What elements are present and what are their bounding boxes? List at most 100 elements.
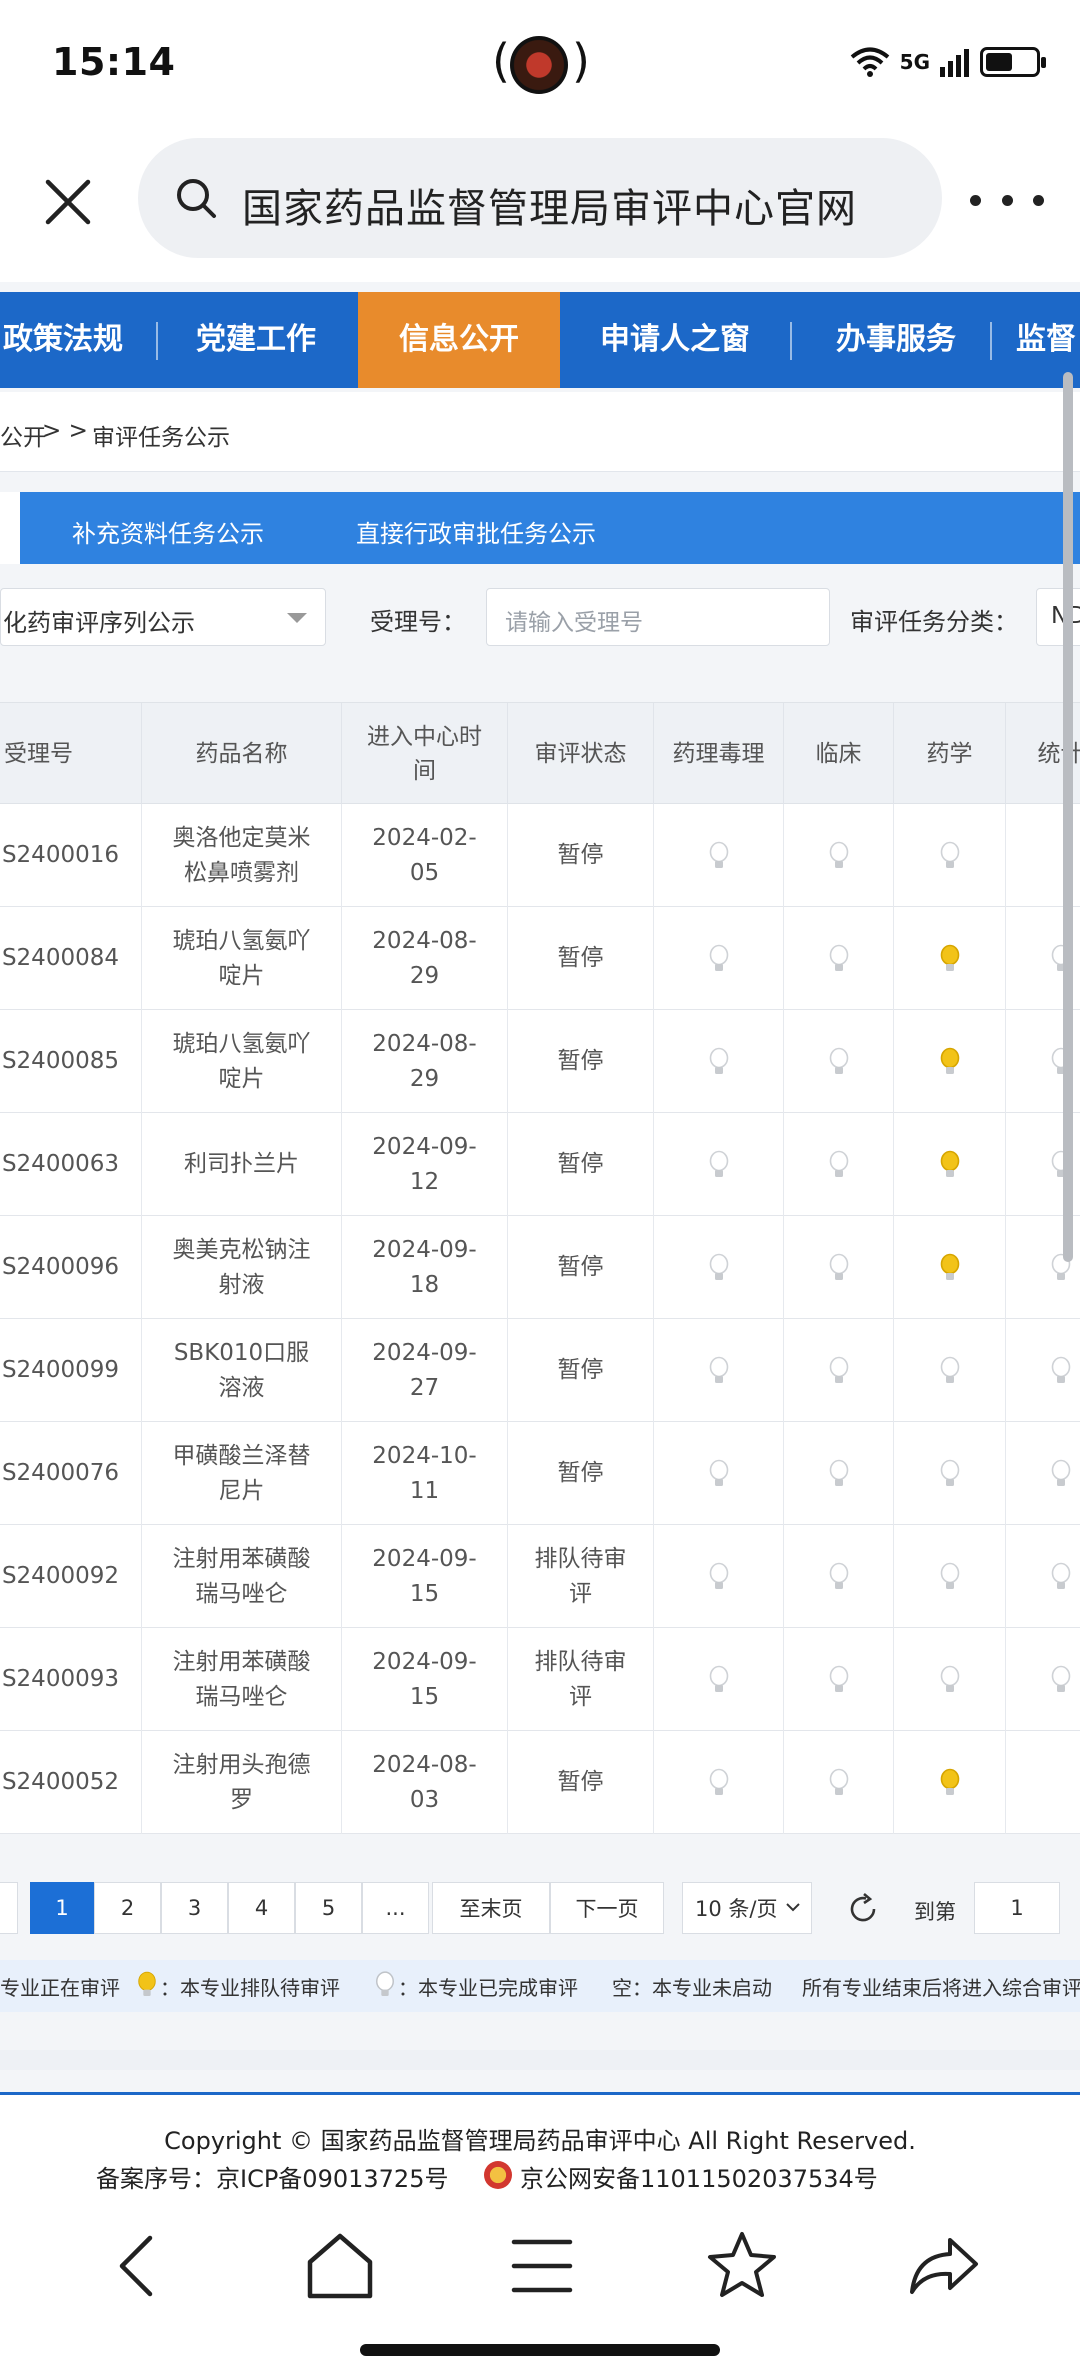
cell-date: 2024-09-18 [342,1216,508,1319]
nav-separator [990,322,992,360]
page-button[interactable]: 3 [161,1882,228,1934]
table-row[interactable]: S2400096 奥美克松钠注射液 2024-09-18 暂停 [0,1216,1080,1319]
more-menu-icon[interactable] [970,180,1044,220]
prev-page-button[interactable] [0,1882,18,1934]
lightbulb-yellow-icon [940,944,959,971]
cell-clin [784,1216,894,1319]
cell-status: 排队待审评 [508,1525,654,1628]
close-icon[interactable] [36,170,100,234]
nav-item-service[interactable]: 办事服务 [806,292,986,388]
lightbulb-gray-icon [940,1459,959,1486]
address-bar[interactable]: 国家药品监督管理局审评中心官网 [138,138,942,258]
status-center: ( ) [492,32,590,94]
cell-stat [1006,1731,1080,1834]
cell-name[interactable]: 甲磺酸兰泽替尼片 [142,1422,342,1525]
cell-pharm [654,1422,784,1525]
cell-name[interactable]: 注射用苯磺酸瑞马唑仑 [142,1525,342,1628]
share-icon[interactable] [904,2226,984,2306]
page-button[interactable]: 5 [295,1882,362,1934]
table-row[interactable]: S2400063 利司扑兰片 2024-09-12 暂停 [0,1113,1080,1216]
cell-status: 暂停 [508,1319,654,1422]
accept-no-placeholder: 请输入受理号 [505,610,643,636]
page-button[interactable]: 1 [30,1882,94,1934]
table-row[interactable]: S2400052 注射用头孢德罗 2024-08-03 暂停 [0,1731,1080,1834]
table-row[interactable]: S2400084 琥珀八氢氨吖啶片 2024-08-29 暂停 [0,907,1080,1010]
cell-id[interactable]: S2400016 [0,804,142,907]
page-size-select[interactable]: 10 条/页 [682,1882,812,1934]
cell-id[interactable]: S2400085 [0,1010,142,1113]
dot [1001,194,1013,206]
main-nav: 政策法规 党建工作 信息公开 申请人之窗 办事服务 监督 [0,292,1080,388]
sequence-select-value: 化药审评序列公示 [3,609,195,637]
page-scrollbar[interactable] [1063,372,1073,1262]
nav-item-applicant[interactable]: 申请人之窗 [580,292,770,388]
lightbulb-gray-icon [940,1356,959,1383]
lightbulb-gray-icon [829,841,848,868]
cell-name[interactable]: 注射用苯磺酸瑞马唑仑 [142,1628,342,1731]
cell-chem [894,1422,1006,1525]
th-review-status: 审评状态 [508,703,654,805]
cell-id[interactable]: S2400052 [0,1731,142,1834]
last-page-button[interactable]: 至末页 [432,1882,550,1934]
cell-id[interactable]: S2400099 [0,1319,142,1422]
home-icon[interactable] [300,2226,380,2306]
cell-id[interactable]: S2400093 [0,1628,142,1731]
cell-stat [1006,1422,1080,1525]
lightbulb-gray-icon [376,1971,394,1996]
cell-pharm [654,1010,784,1113]
cell-date: 2024-09-27 [342,1319,508,1422]
cell-name[interactable]: 琥珀八氢氨吖啶片 [142,907,342,1010]
table-row[interactable]: S2400085 琥珀八氢氨吖啶片 2024-08-29 暂停 [0,1010,1080,1113]
nav-separator [790,322,792,360]
cell-name[interactable]: 利司扑兰片 [142,1113,342,1216]
back-icon[interactable] [98,2226,178,2306]
menu-icon[interactable] [502,2226,582,2306]
nav-item-policy[interactable]: 政策法规 [0,292,136,388]
cell-pharm [654,1628,784,1731]
breadcrumb-parent[interactable]: 公开 [0,418,46,452]
page-button[interactable]: 2 [94,1882,161,1934]
home-indicator[interactable] [360,2344,720,2356]
cell-name[interactable]: 注射用头孢德罗 [142,1731,342,1834]
cell-name[interactable]: 奥美克松钠注射液 [142,1216,342,1319]
tab-active-edge[interactable] [0,492,20,564]
table-row[interactable]: S2400099 SBK010口服溶液 2024-09-27 暂停 [0,1319,1080,1422]
page-button[interactable]: 4 [228,1882,295,1934]
goto-page-input[interactable]: 1 [974,1882,1060,1934]
nav-item-info[interactable]: 信息公开 [358,292,560,388]
table-row[interactable]: S2400093 注射用苯磺酸瑞马唑仑 2024-09-15 排队待审评 [0,1628,1080,1731]
cell-pharm [654,1525,784,1628]
cell-name[interactable]: 奥洛他定莫米松鼻喷雾剂 [142,804,342,907]
cell-name[interactable]: 琥珀八氢氨吖啶片 [142,1010,342,1113]
footer-police[interactable]: 京公网安备11011502037534号 [520,2159,878,2194]
cell-chem [894,1113,1006,1216]
refresh-icon[interactable] [846,1892,880,1926]
pagination: 1 2 3 4 5... 至末页 下一页 10 条/页 到第 1 [0,1872,1080,1944]
footer-icp[interactable]: 备案序号：京ICP备09013725号 [96,2159,448,2194]
sequence-select[interactable]: 化药审评序列公示 [0,588,326,646]
cell-name[interactable]: SBK010口服溶液 [142,1319,342,1422]
lightbulb-gray-icon [829,1562,848,1589]
lightbulb-gray-icon [709,1047,728,1074]
cell-id[interactable]: S2400084 [0,907,142,1010]
cell-id[interactable]: S2400092 [0,1525,142,1628]
cell-id[interactable]: S2400063 [0,1113,142,1216]
task-type-select[interactable]: ND [1036,588,1080,646]
tab-direct-approval[interactable]: 直接行政审批任务公示 [356,514,596,549]
table-row[interactable]: S2400092 注射用苯磺酸瑞马唑仑 2024-09-15 排队待审评 [0,1525,1080,1628]
nav-item-party[interactable]: 党建工作 [176,292,336,388]
cell-id[interactable]: S2400076 [0,1422,142,1525]
cell-pharm [654,1216,784,1319]
cell-status: 暂停 [508,1113,654,1216]
lightbulb-gray-icon [709,1253,728,1280]
cell-id[interactable]: S2400096 [0,1216,142,1319]
table-row[interactable]: S2400016 奥洛他定莫米松鼻喷雾剂 2024-02-05 暂停 [0,804,1080,907]
next-page-button[interactable]: 下一页 [550,1882,664,1934]
tab-supplement[interactable]: 补充资料任务公示 [72,514,264,549]
accept-no-input[interactable]: 请输入受理号 [486,588,830,646]
table-row[interactable]: S2400076 甲磺酸兰泽替尼片 2024-10-11 暂停 [0,1422,1080,1525]
lightbulb-yellow-icon [940,1150,959,1177]
star-icon[interactable] [702,2226,782,2306]
wifi-icon [850,47,889,77]
page-button[interactable]: ... [362,1882,429,1934]
